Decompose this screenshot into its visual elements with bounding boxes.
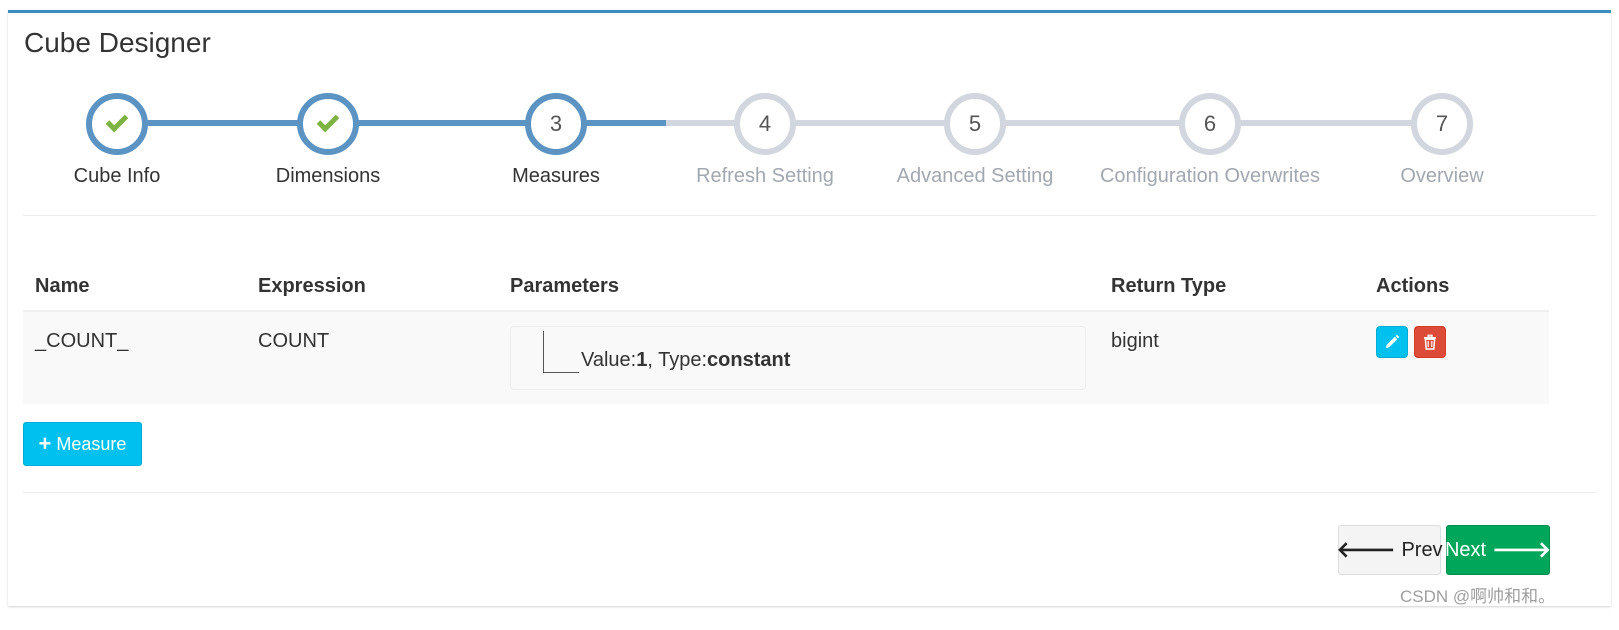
param-type-label: , Type:: [647, 349, 708, 371]
wizard-step-dimensions[interactable]: Dimensions: [208, 81, 448, 188]
step-circle: 6: [1179, 93, 1241, 155]
watermark-text: CSDN @啊帅和和。: [1400, 587, 1556, 606]
pencil-icon: [1386, 335, 1399, 348]
step-number: 7: [1435, 111, 1449, 136]
step-number: 3: [549, 111, 563, 136]
table-row: _COUNT_ COUNT Value:1, Type:constant big…: [23, 312, 1549, 404]
wizard-step-measures[interactable]: 3 Measures: [436, 81, 676, 188]
tree-line-icon: [543, 331, 544, 373]
next-label: Next: [1444, 538, 1487, 561]
plus-icon: +: [38, 431, 52, 456]
step-circle: 5: [944, 93, 1006, 155]
parameters-tree: Value:1, Type:constant: [510, 326, 1086, 390]
edit-measure-button[interactable]: [1376, 326, 1408, 358]
column-header-actions: Actions: [1376, 275, 1450, 297]
trash-icon: [1424, 334, 1436, 350]
arrow-right-icon: 🡒: [1492, 537, 1552, 562]
return-type-cell: bigint: [1111, 330, 1159, 352]
step-label: Refresh Setting: [696, 165, 834, 187]
step-label: Overview: [1400, 165, 1484, 187]
section-divider: [23, 215, 1596, 216]
step-label: Cube Info: [73, 165, 161, 187]
step-number: 4: [758, 111, 772, 136]
add-measure-button[interactable]: + Measure: [23, 422, 142, 466]
column-header-return-type: Return Type: [1111, 275, 1227, 297]
wizard-step-cube-info[interactable]: Cube Info: [0, 81, 237, 188]
prev-label: Prev: [1401, 538, 1443, 561]
param-value-label: Value:: [581, 349, 637, 371]
add-measure-label: Measure: [56, 433, 127, 454]
step-label: Configuration Overwrites: [1099, 165, 1321, 187]
page-title: Cube Designer: [24, 27, 211, 58]
table-header: Name Expression Parameters Return Type A…: [23, 257, 1549, 312]
wizard-step-advanced-setting[interactable]: 5 Advanced Setting: [855, 81, 1095, 188]
next-button[interactable]: Next 🡒: [1444, 525, 1552, 575]
param-value: 1: [636, 349, 648, 371]
column-header-name: Name: [35, 275, 90, 297]
step-label: Dimensions: [275, 165, 381, 187]
step-circle: [86, 93, 148, 155]
step-circle: 3: [525, 93, 587, 155]
step-number: 6: [1203, 111, 1217, 136]
parameter-item: Value:1, Type:constant: [581, 349, 790, 372]
column-header-parameters: Parameters: [510, 275, 619, 297]
wizard-steps: Cube Info Dimensions 3 Measures 4 Refres…: [8, 81, 1611, 191]
measure-expression-cell: COUNT: [258, 330, 330, 352]
measure-name-cell: _COUNT_: [35, 330, 129, 352]
step-circle: 7: [1411, 93, 1473, 155]
delete-measure-button[interactable]: [1414, 326, 1446, 358]
wizard-step-overview[interactable]: 7 Overview: [1322, 81, 1562, 188]
wizard-step-configuration-overwrites[interactable]: 6 Configuration Overwrites: [1090, 81, 1330, 188]
tree-branch-icon: [543, 372, 579, 373]
step-label: Advanced Setting: [896, 165, 1054, 187]
param-type: constant: [707, 349, 791, 371]
column-header-expression: Expression: [258, 275, 366, 297]
check-icon: [105, 109, 129, 133]
step-label: Measures: [512, 165, 600, 187]
footer-divider: [23, 492, 1596, 493]
measures-table: Name Expression Parameters Return Type A…: [23, 257, 1549, 404]
step-number: 5: [968, 111, 982, 136]
step-circle: [297, 93, 359, 155]
arrow-left-icon: 🡐: [1336, 537, 1396, 562]
wizard-step-refresh-setting[interactable]: 4 Refresh Setting: [645, 81, 885, 188]
check-icon: [316, 109, 340, 133]
step-circle: 4: [734, 93, 796, 155]
cube-designer-panel: Cube Designer Cube Info Dimensions 3 Mea…: [8, 10, 1611, 606]
prev-button[interactable]: 🡐 Prev: [1336, 525, 1443, 575]
